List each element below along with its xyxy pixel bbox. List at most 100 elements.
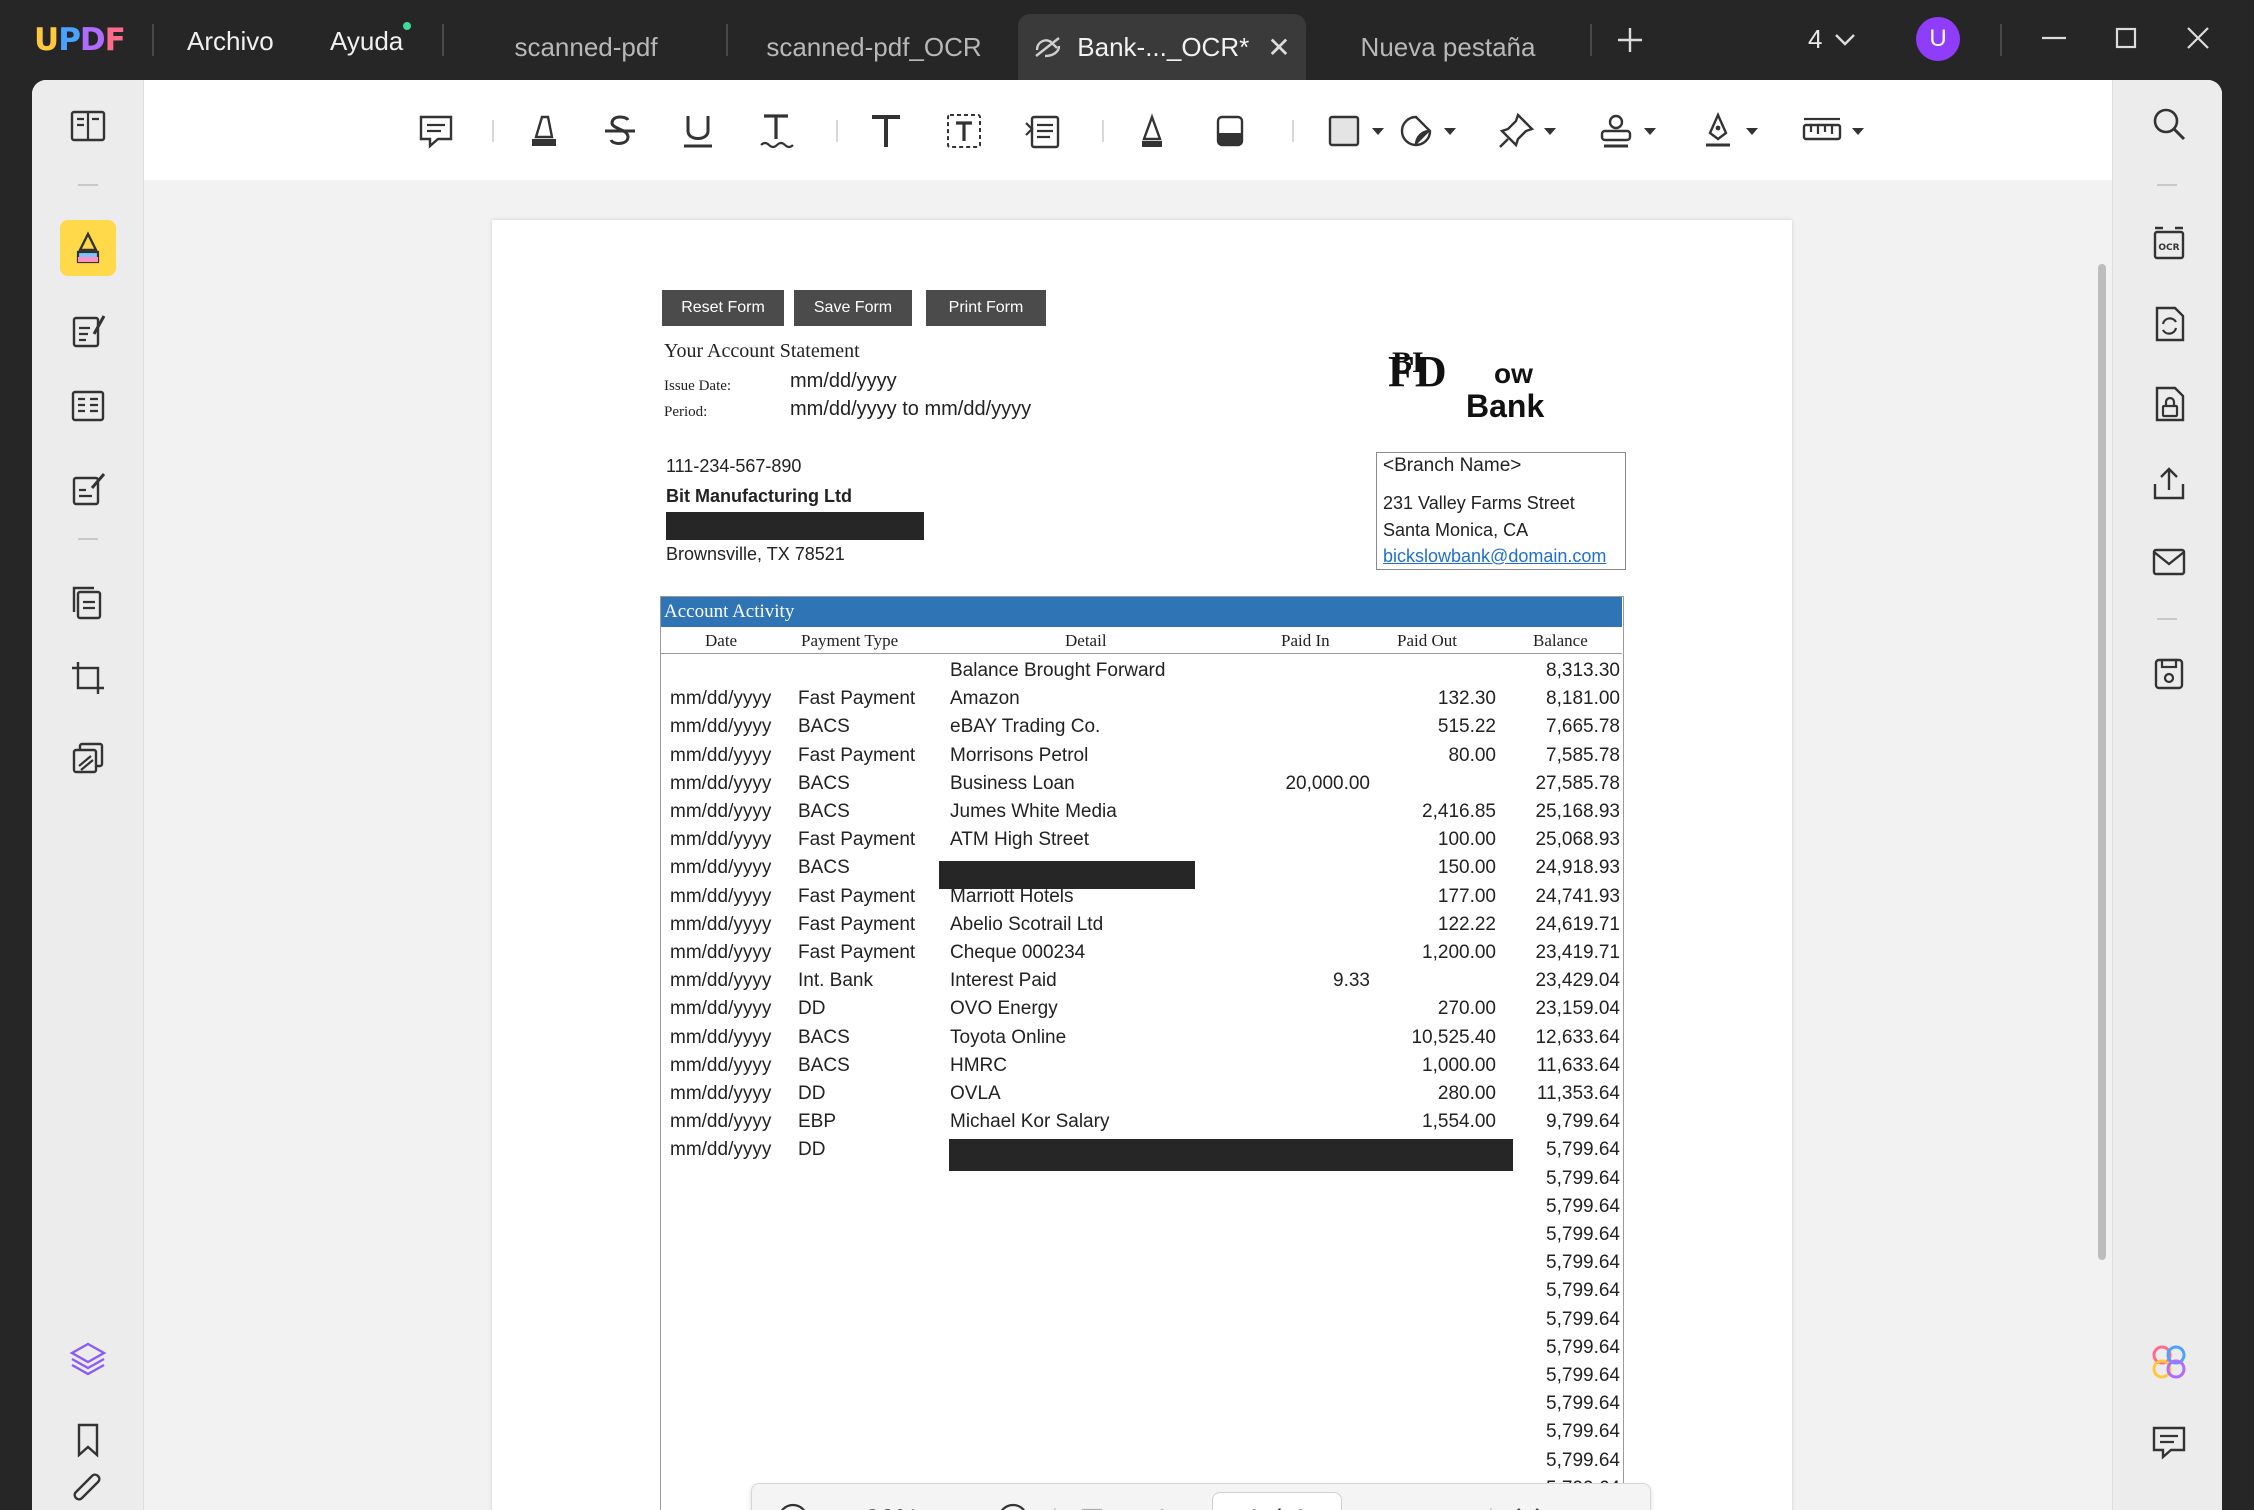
cell-type: Fast Payment <box>798 942 916 963</box>
reset-form-button[interactable]: Reset Form <box>662 290 784 326</box>
document-viewer[interactable]: Reset Form Save Form Print Form Your Acc… <box>144 180 2112 1510</box>
menu-file[interactable]: Archivo <box>187 26 274 57</box>
minimize-icon[interactable] <box>2040 24 2068 52</box>
layers-button[interactable] <box>60 1330 116 1386</box>
bookmark-button[interactable] <box>60 1412 116 1468</box>
cell-date: mm/dd/yyyy <box>670 1083 772 1104</box>
window-count-dropdown[interactable]: 4 <box>1808 24 1856 55</box>
underline-tool[interactable] <box>678 108 718 154</box>
cell-type: Fast Payment <box>798 829 916 851</box>
signature-tool[interactable] <box>1698 108 1758 154</box>
page-separator: / <box>1273 1504 1281 1510</box>
table-row: mm/dd/yyyy EBP Michael Kor Salary 1,554.00 9… <box>661 1109 1622 1137</box>
comments-panel-button[interactable] <box>2141 1414 2197 1470</box>
attachment-button[interactable] <box>60 1462 116 1510</box>
pin-tool[interactable] <box>1496 108 1556 154</box>
form-button[interactable] <box>60 378 116 434</box>
protect-document-button[interactable] <box>2141 376 2197 432</box>
sign-document-icon <box>72 473 106 506</box>
comment-mode-button[interactable] <box>60 220 116 276</box>
cell-type: Fast Payment <box>798 688 916 710</box>
redaction-box <box>949 1139 1513 1171</box>
table-row: mm/dd/yyyy Fast Payment Abelio Scotrail Lt… <box>661 912 1622 940</box>
branch-email-link[interactable]: bickslowbank@domain.com <box>1383 546 1606 567</box>
reader-mode-button[interactable] <box>60 98 116 154</box>
crop-button[interactable] <box>60 650 116 706</box>
tab-new-tab[interactable]: Nueva pestaña <box>1318 14 1578 80</box>
sticker-tool[interactable] <box>1396 108 1456 154</box>
highlight-tool[interactable] <box>524 108 564 154</box>
add-tab-icon[interactable] <box>1616 26 1644 54</box>
branch-name[interactable]: <Branch Name> <box>1383 455 1521 477</box>
cell-bal: 27,585.78 <box>1535 772 1620 794</box>
textbox-tool[interactable] <box>944 108 984 154</box>
vertical-scrollbar[interactable] <box>2098 264 2106 1260</box>
cell-date: mm/dd/yyyy <box>670 970 772 992</box>
table-row: mm/dd/yyyy DD OVO Energy 270.00 23,159.04 <box>661 996 1622 1024</box>
share-button[interactable] <box>2141 456 2197 512</box>
cell-detail: OVLA <box>950 1083 1001 1104</box>
first-page-icon[interactable] <box>1072 1498 1112 1510</box>
tab-scanned-pdf-ocr[interactable]: scanned-pdf_OCR <box>748 14 1000 80</box>
issue-date-value[interactable]: mm/dd/yyyy <box>790 370 897 393</box>
callout-tool[interactable] <box>1022 108 1062 154</box>
zoom-dropdown-icon[interactable] <box>942 1498 974 1510</box>
pencil-tool[interactable] <box>1132 108 1172 154</box>
save-button[interactable] <box>2141 646 2197 702</box>
email-button[interactable] <box>2141 534 2197 590</box>
cell-detail: Balance Brought Forward <box>950 660 1166 681</box>
user-avatar[interactable]: U <box>1916 17 1960 61</box>
branch-box: <Branch Name> 231 Valley Farms Street Sa… <box>1376 452 1626 570</box>
sidebar-divider <box>78 538 98 540</box>
tab-bank-ocr[interactable]: Bank-..._OCR* ✕ <box>1018 14 1306 80</box>
sign-button[interactable] <box>60 460 116 516</box>
edit-pdf-button[interactable] <box>60 302 116 358</box>
organize-pages-button[interactable] <box>60 574 116 630</box>
comment-tool[interactable] <box>416 108 456 154</box>
cell-out: 1,000.00 <box>1422 1054 1496 1076</box>
ai-assistant-button[interactable] <box>2141 1334 2197 1390</box>
period-value[interactable]: mm/dd/yyyy to mm/dd/yyyy <box>790 398 1031 421</box>
total-pages: 1 <box>1293 1504 1308 1510</box>
text-tool[interactable] <box>866 108 906 154</box>
shape-tool[interactable] <box>1324 108 1384 154</box>
last-page-icon[interactable] <box>1438 1498 1478 1510</box>
page-number-box[interactable]: 1 / 1 <box>1212 1492 1342 1510</box>
toolbar-divider <box>1102 120 1104 142</box>
stamp-tool[interactable] <box>1596 108 1656 154</box>
branch-street: 231 Valley Farms Street <box>1383 493 1575 513</box>
print-form-button[interactable]: Print Form <box>926 290 1046 326</box>
table-row: 5,799.64 <box>661 1419 1622 1447</box>
cell-date: mm/dd/yyyy <box>670 744 772 766</box>
shape-icon <box>1328 115 1360 147</box>
save-form-button[interactable]: Save Form <box>794 290 912 326</box>
protect-button[interactable] <box>60 730 116 786</box>
convert-button[interactable] <box>2141 296 2197 352</box>
close-window-icon[interactable] <box>2184 24 2212 52</box>
cell-date: mm/dd/yyyy <box>670 942 772 963</box>
ocr-button[interactable]: OCR <box>2141 216 2197 272</box>
measure-tool[interactable] <box>1800 108 1864 154</box>
table-row: mm/dd/yyyy BACS HMRC 1,000.00 11,633.64 <box>661 1053 1622 1081</box>
search-button[interactable] <box>2141 96 2197 152</box>
text-callout-icon <box>1025 115 1060 149</box>
cell-type: Fast Payment <box>798 913 916 935</box>
next-page-icon[interactable] <box>1368 1498 1408 1510</box>
cell-out: 150.00 <box>1437 857 1496 879</box>
close-zoom-bar-icon[interactable] <box>1508 1498 1548 1510</box>
tab-close-icon[interactable]: ✕ <box>1267 31 1290 64</box>
menu-help[interactable]: Ayuda <box>330 26 403 57</box>
cell-bal: 12,633.64 <box>1535 1026 1620 1048</box>
tab-scanned-pdf[interactable]: scanned-pdf <box>470 14 702 80</box>
previous-page-icon[interactable] <box>1142 1498 1182 1510</box>
eraser-tool[interactable] <box>1210 108 1250 154</box>
current-page[interactable]: 1 <box>1246 1504 1261 1510</box>
maximize-icon[interactable] <box>2112 24 2140 52</box>
zoom-out-icon[interactable] <box>772 1498 814 1510</box>
squiggly-tool[interactable] <box>756 108 796 154</box>
zoom-level[interactable]: 80% <box>832 1498 952 1510</box>
right-sidebar: OCR <box>2112 80 2222 1510</box>
zoom-in-icon[interactable] <box>992 1498 1034 1510</box>
cell-detail: Abelio Scotrail Ltd <box>950 913 1104 935</box>
strikethrough-tool[interactable] <box>600 108 640 154</box>
